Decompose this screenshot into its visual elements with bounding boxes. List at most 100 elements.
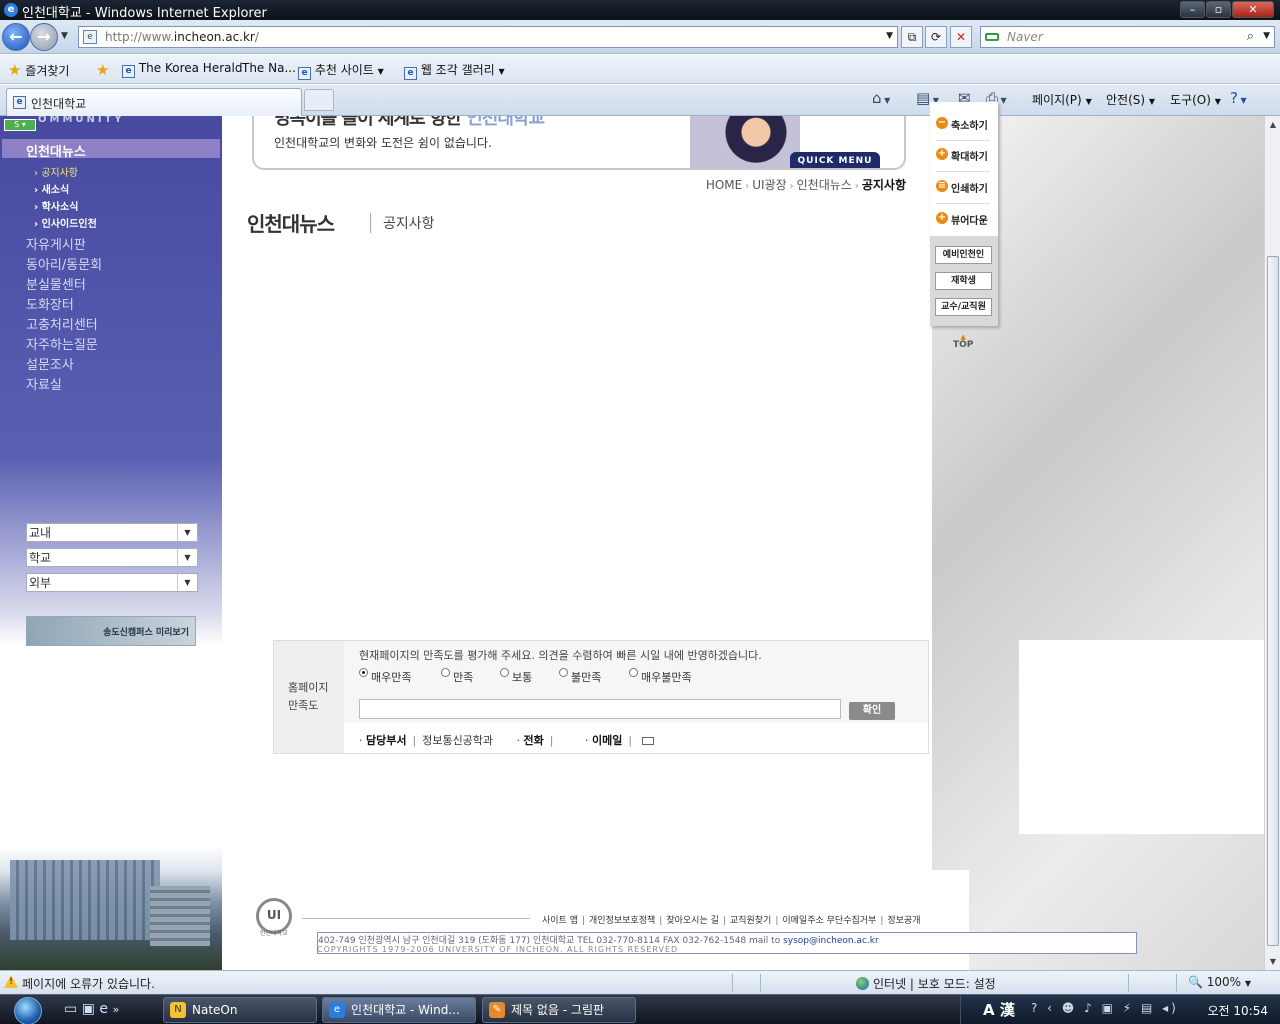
scroll-up-icon[interactable]: ▲ (1267, 120, 1279, 129)
task-paint[interactable]: ✎ 제목 없음 - 그림판 (482, 997, 636, 1023)
viewer-download-button[interactable]: + 뷰어다운 (936, 207, 996, 229)
sidebar-sub-inside-incheon[interactable]: 인사이드인천 (34, 215, 97, 230)
address-bar[interactable]: e http://www.incheon.ac.kr/ ▼ (78, 26, 898, 48)
add-favorite-icon[interactable]: ★ (96, 61, 109, 79)
footer-link-disclosure[interactable]: 정보공개 (887, 916, 920, 926)
zoom-level[interactable]: 🔍 100% ▼ (1188, 975, 1251, 989)
scroll-top-button[interactable]: ▲ TOP (953, 334, 973, 351)
banner-description: 인천대학교의 변화와 도전은 쉼이 없습니다. (274, 136, 492, 150)
quick-menu: − 축소하기 + 확대하기 ≡ 인쇄하기 + 뷰어다운 예비인천인 재학생 교수/교직원 (930, 102, 998, 326)
fav-link-korea-herald[interactable]: e The Korea Herald (122, 61, 242, 78)
radio-satisfied[interactable]: 만족 (441, 668, 473, 685)
quick-menu-tab[interactable]: QUICK MENU (790, 152, 880, 168)
fav-link-suggested-sites[interactable]: e 추천 사이트 ▼ (298, 61, 384, 80)
print-page-button[interactable]: ≡ 인쇄하기 (936, 175, 996, 197)
page-menu[interactable]: 페이지(P) ▼ (1032, 91, 1092, 108)
status-message[interactable]: 페이지에 오류가 있습니다. (22, 975, 155, 992)
sidebar-sub-new-news[interactable]: 새소식 (34, 181, 70, 196)
scroll-thumb[interactable] (1267, 256, 1279, 946)
breadcrumb-ui-plaza[interactable]: UI광장 (752, 178, 786, 192)
search-input[interactable]: Naver (1007, 30, 1043, 44)
back-button[interactable]: ← (2, 23, 30, 51)
student-photo (690, 116, 800, 168)
survey-comment-input[interactable] (359, 699, 841, 719)
sidebar-item-grievance[interactable]: 고충처리센터 (26, 314, 98, 333)
radio-very-dissatisfied[interactable]: 매우불만족 (629, 668, 692, 685)
task-nateon[interactable]: N NateOn (163, 997, 317, 1023)
footer-link-staff-search[interactable]: 교직원찾기 (730, 916, 771, 926)
sidebar-item-archive[interactable]: 자료실 (26, 374, 62, 393)
stop-icon[interactable]: ✕ (950, 26, 972, 48)
refresh-icon[interactable]: ⟳ (925, 26, 947, 48)
zoom-in-button[interactable]: + 확대하기 (936, 143, 996, 165)
sidebar-item-market[interactable]: 도화장터 (26, 294, 74, 313)
sidebar-item-faq[interactable]: 자주하는질문 (26, 334, 98, 353)
breadcrumb-home[interactable]: HOME (706, 178, 742, 192)
sidebar-sub-academic-news[interactable]: 학사소식 (34, 198, 79, 213)
home-icon[interactable]: ⌂ ▼ (872, 89, 890, 107)
compatibility-view-icon[interactable]: ⧉ (901, 26, 923, 48)
footer-email-link[interactable]: sysop@incheon.ac.kr (783, 936, 879, 946)
sidebar-item-survey[interactable]: 설문조사 (26, 354, 74, 373)
close-window-button[interactable]: ✕ (1232, 1, 1274, 18)
search-box[interactable]: Naver ⌕ ▼ (980, 26, 1275, 48)
faculty-staff-button[interactable]: 교수/교직원 (935, 298, 992, 316)
internal-sites-select[interactable]: 교내 ▼ (26, 523, 198, 542)
fav-link-the-na[interactable]: The Na... (242, 61, 296, 75)
tab-incheon-university[interactable]: e 인천대학교 (6, 88, 302, 116)
zoom-out-button[interactable]: − 축소하기 (936, 112, 996, 134)
footer-link-email-policy[interactable]: 이메일주소 무단수집거부 (782, 916, 876, 926)
windows-logo-icon (14, 997, 42, 1024)
footer-link-sitemap[interactable]: 사이트 맵 (542, 916, 578, 926)
forward-button[interactable]: → (30, 23, 58, 51)
navigation-bar: ← → ▼ e http://www.incheon.ac.kr/ ▼ ⧉ ⟳ … (0, 20, 1280, 54)
school-sites-select[interactable]: 학교 ▼ (26, 548, 198, 567)
address-dropdown-icon[interactable]: ▼ (886, 31, 893, 41)
warning-icon[interactable]: ! (4, 975, 18, 988)
print-icon: ≡ (936, 180, 948, 192)
external-sites-select[interactable]: 외부 ▼ (26, 573, 198, 592)
current-students-button[interactable]: 재학생 (935, 272, 992, 290)
safety-menu[interactable]: 안전(S) ▼ (1106, 91, 1155, 108)
clock[interactable]: 오전 10:54 (1208, 1002, 1268, 1019)
footer-link-directions[interactable]: 찾아오시는 길 (666, 916, 719, 926)
show-desktop-icon[interactable]: ▭ (64, 1001, 77, 1017)
sidebar-item-free-board[interactable]: 자유게시판 (26, 234, 86, 253)
mail-icon[interactable] (641, 737, 654, 745)
sidebar-item-lost-found[interactable]: 분실물센터 (26, 274, 86, 293)
prospective-students-button[interactable]: 예비인천인 (935, 246, 992, 264)
recent-pages-dropdown-icon[interactable]: ▼ (61, 31, 68, 41)
help-icon[interactable]: ? ▼ (1230, 89, 1247, 107)
breadcrumb-incheon-news[interactable]: 인천대뉴스 (797, 178, 852, 192)
maximize-button[interactable]: ▫ (1206, 1, 1231, 18)
minimize-button[interactable]: – (1180, 1, 1205, 18)
ime-indicator[interactable]: A 漢 (983, 999, 1015, 1020)
survey-submit-button[interactable]: 확인 (849, 702, 895, 720)
fav-link-web-slice-gallery[interactable]: e 웹 조각 갤러리 ▼ (404, 61, 505, 80)
security-zone[interactable]: 인터넷 | 보호 모드: 설정 (856, 975, 996, 992)
radio-dissatisfied[interactable]: 불만족 (559, 668, 601, 685)
switch-windows-icon[interactable]: ▣ (82, 1001, 95, 1017)
tray-icons[interactable]: ? ‹ ☻ ♪ ▣ ⚡ ▤ ◂) (1031, 1001, 1179, 1015)
community-toggle-button[interactable]: S ▾ (4, 119, 36, 131)
radio-neutral[interactable]: 보통 (500, 668, 532, 685)
songdo-campus-banner[interactable]: 송도신캠퍼스 미리보기 (26, 616, 196, 646)
start-button[interactable] (4, 995, 52, 1024)
blank-panel (1019, 640, 1264, 834)
sidebar-item-clubs[interactable]: 동아리/동문회 (26, 254, 102, 273)
task-internet-explorer[interactable]: e 인천대학교 - Wind... (322, 997, 476, 1023)
favorites-button[interactable]: ★ 즐겨찾기 (8, 61, 69, 79)
sidebar-sub-notice[interactable]: 공지사항 (34, 164, 78, 179)
search-icon[interactable]: ⌕ (1247, 29, 1254, 44)
footer-copyright: COPYRIGHTS 1979-2006 UNIVERSITY OF INCHE… (317, 945, 679, 954)
scroll-down-icon[interactable]: ▼ (1267, 957, 1279, 966)
sidebar-item-incheon-news[interactable]: 인천대뉴스 (2, 139, 220, 160)
vertical-scrollbar[interactable]: ▲ ▼ (1264, 116, 1280, 970)
minus-icon: − (936, 117, 948, 129)
radio-very-satisfied[interactable]: 매우만족 (359, 668, 411, 685)
search-options-icon[interactable]: ▼ (1263, 31, 1270, 41)
new-tab-button[interactable] (304, 89, 334, 111)
tools-menu[interactable]: 도구(O) ▼ (1170, 91, 1221, 108)
footer-link-privacy[interactable]: 개인정보보호정책 (589, 916, 655, 926)
ie-launch-icon[interactable]: e (99, 1001, 108, 1017)
